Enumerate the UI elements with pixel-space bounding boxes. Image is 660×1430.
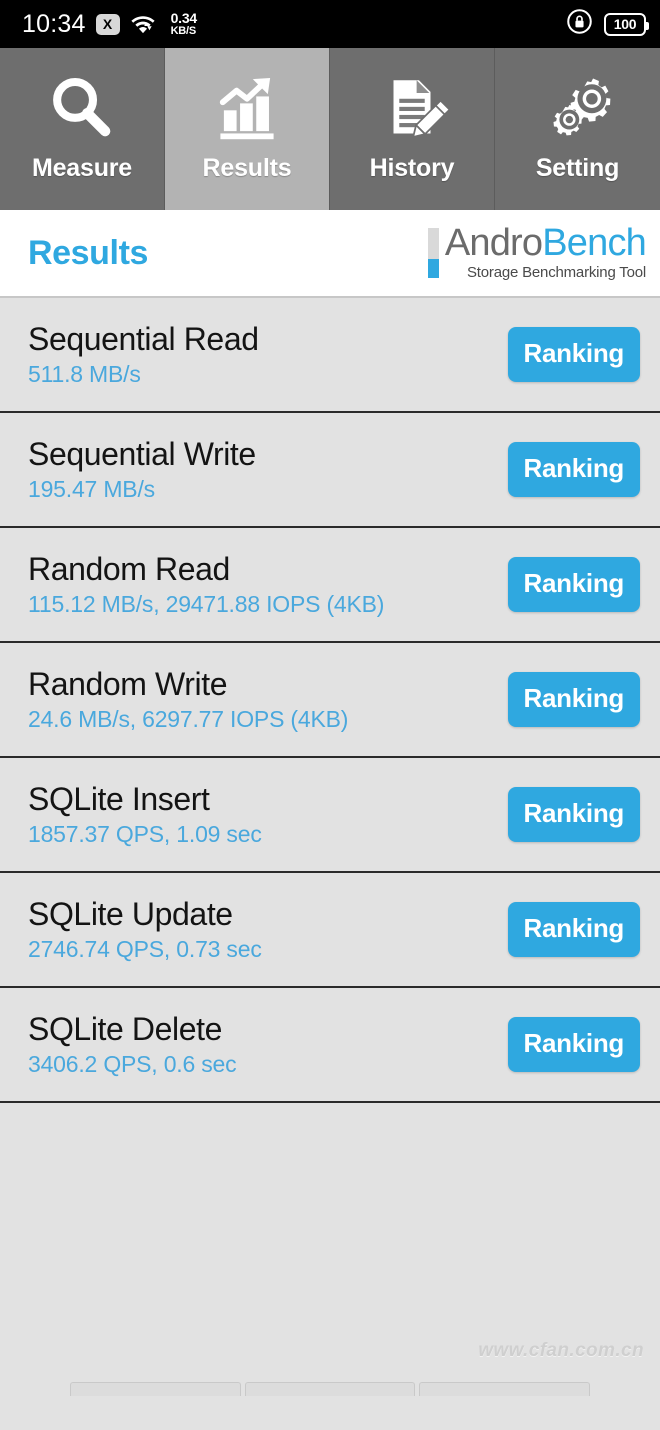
wifi-icon	[130, 12, 160, 36]
phone-screen: 10:34 X 0.34 KB/S 100 Measure Results Hi…	[0, 0, 660, 1430]
androbench-logo: AndroBench Storage Benchmarking Tool	[427, 221, 647, 282]
logo-text: AndroBench Storage Benchmarking Tool	[444, 221, 647, 282]
nav-segment-home[interactable]	[244, 1382, 416, 1396]
result-value: 2746.74 QPS, 0.73 sec	[28, 935, 262, 962]
result-value: 24.6 MB/s, 6297.77 IOPS (4KB)	[28, 705, 349, 732]
magnifier-icon	[45, 70, 119, 146]
document-pencil-icon	[375, 70, 449, 146]
result-value: 1857.37 QPS, 1.09 sec	[28, 820, 262, 847]
navigation-bar	[0, 1382, 660, 1396]
ranking-button[interactable]: Ranking	[507, 1017, 640, 1072]
battery-level: 100	[613, 16, 637, 32]
ranking-button[interactable]: Ranking	[507, 902, 640, 957]
result-row: SQLite Insert 1857.37 QPS, 1.09 sec Rankin…	[0, 758, 660, 873]
tab-results[interactable]: Results	[165, 48, 330, 210]
result-title: Random Write	[28, 665, 228, 702]
status-bar-right: 100	[566, 8, 649, 40]
result-row: Random Read 115.12 MB/s, 29471.88 IOPS (4…	[0, 528, 660, 643]
result-row: SQLite Delete 3406.2 QPS, 0.6 sec Ranking	[0, 988, 660, 1103]
result-value: 511.8 MB/s	[28, 360, 141, 387]
result-row-texts: SQLite Delete 3406.2 QPS, 0.6 sec	[28, 1010, 237, 1077]
result-title: Sequential Write	[28, 435, 256, 472]
result-title: SQLite Update	[28, 895, 233, 932]
tab-bar: Measure Results History Setting	[0, 48, 660, 210]
status-clock: 10:34	[22, 9, 86, 38]
result-row: Random Write 24.6 MB/s, 6297.77 IOPS (4KB…	[0, 643, 660, 758]
mute-icon: X	[95, 13, 120, 35]
result-row: SQLite Update 2746.74 QPS, 0.73 sec Rankin…	[0, 873, 660, 988]
logo-wordmark: AndroBench	[444, 221, 647, 264]
network-speed-value: 0.34	[170, 10, 198, 26]
result-title: SQLite Delete	[28, 1010, 223, 1047]
result-title: SQLite Insert	[28, 780, 210, 817]
ranking-button[interactable]: Ranking	[507, 787, 640, 842]
result-row-texts: Random Read 115.12 MB/s, 29471.88 IOPS (4…	[28, 550, 385, 617]
ranking-button[interactable]: Ranking	[507, 327, 640, 382]
result-row-texts: Sequential Write 195.47 MB/s	[28, 435, 256, 502]
result-value: 195.47 MB/s	[28, 475, 155, 502]
mute-icon-glyph: X	[102, 16, 113, 32]
logo-bench: Bench	[542, 221, 647, 264]
result-row-texts: SQLite Update 2746.74 QPS, 0.73 sec	[28, 895, 262, 962]
results-list: Sequential Read 511.8 MB/s Ranking Sequenti…	[0, 298, 660, 1103]
tab-setting-label: Setting	[535, 154, 620, 182]
tab-measure[interactable]: Measure	[0, 48, 165, 210]
page-title: Results	[28, 233, 149, 272]
logo-tagline: Storage Benchmarking Tool	[467, 264, 646, 282]
nav-segment-recents[interactable]	[419, 1382, 591, 1396]
logo-bar-icon	[427, 227, 439, 278]
result-title: Random Read	[28, 550, 230, 587]
result-row: Sequential Write 195.47 MB/s Ranking	[0, 413, 660, 528]
result-row: Sequential Read 511.8 MB/s Ranking	[0, 298, 660, 413]
tab-results-label: Results	[202, 154, 292, 182]
ranking-button[interactable]: Ranking	[507, 672, 640, 727]
status-bar-left: 10:34 X 0.34 KB/S	[22, 11, 197, 37]
result-row-texts: Sequential Read 511.8 MB/s	[28, 320, 259, 387]
tab-measure-label: Measure	[31, 154, 133, 182]
result-row-texts: Random Write 24.6 MB/s, 6297.77 IOPS (4KB…	[28, 665, 349, 732]
rotation-lock-icon	[566, 8, 593, 40]
gears-icon	[541, 70, 615, 146]
tab-setting[interactable]: Setting	[495, 48, 660, 210]
empty-area: www.cfan.com.cn	[0, 1103, 660, 1396]
status-bar: 10:34 X 0.34 KB/S 100	[0, 0, 660, 48]
watermark: www.cfan.com.cn	[478, 1340, 644, 1361]
logo-andro: Andro	[444, 221, 543, 264]
page-header: Results AndroBench Storage Benchmarking …	[0, 210, 660, 298]
network-speed: 0.34 KB/S	[170, 10, 198, 37]
nav-segment-back[interactable]	[70, 1382, 241, 1396]
battery-icon: 100	[604, 12, 649, 36]
tab-history[interactable]: History	[330, 48, 495, 210]
result-row-texts: SQLite Insert 1857.37 QPS, 1.09 sec	[28, 780, 262, 847]
result-title: Sequential Read	[28, 320, 259, 357]
tab-history-label: History	[369, 154, 455, 182]
ranking-button[interactable]: Ranking	[507, 557, 640, 612]
ranking-button[interactable]: Ranking	[507, 442, 640, 497]
bar-chart-arrow-icon	[210, 70, 284, 146]
network-speed-unit: KB/S	[170, 25, 197, 37]
result-value: 3406.2 QPS, 0.6 sec	[28, 1050, 237, 1077]
result-value: 115.12 MB/s, 29471.88 IOPS (4KB)	[28, 590, 385, 617]
